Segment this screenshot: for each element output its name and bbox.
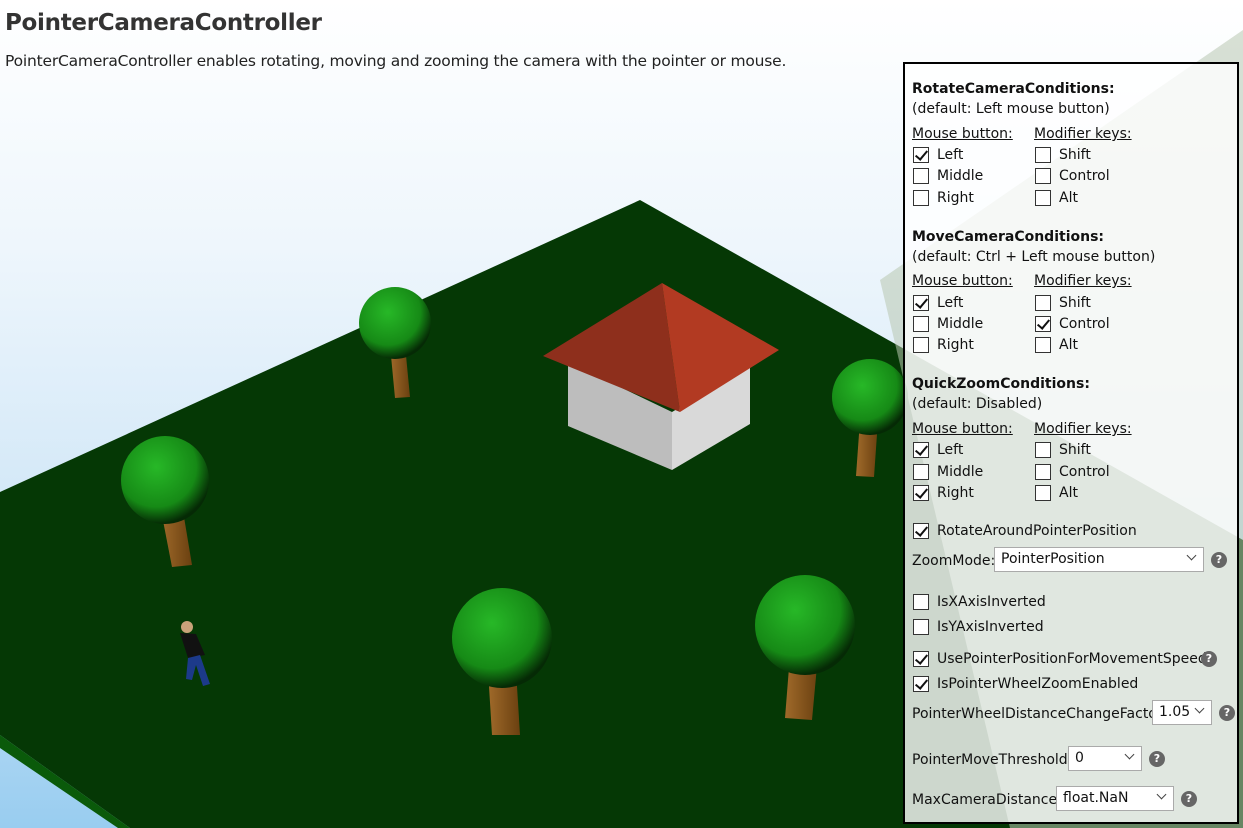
quickzoom-left-label: Left bbox=[937, 442, 964, 458]
zoom-mode-label: ZoomMode: bbox=[912, 553, 996, 569]
quickzoom-conditions-default: (default: Disabled) bbox=[912, 396, 1043, 412]
quickzoom-conditions-title: QuickZoomConditions: bbox=[912, 376, 1090, 392]
rotate-conditions-title: RotateCameraConditions: bbox=[912, 81, 1115, 97]
quickzoom-modifier-keys-header: Modifier keys: bbox=[1034, 421, 1132, 437]
rotate-middle-label: Middle bbox=[937, 168, 984, 184]
move-right-checkbox[interactable] bbox=[913, 337, 929, 353]
page-title: PointerCameraController bbox=[5, 10, 322, 36]
chevron-down-icon bbox=[1156, 789, 1167, 800]
rotate-middle-checkbox[interactable] bbox=[913, 168, 929, 184]
quickzoom-right-label: Right bbox=[937, 485, 974, 501]
move-right-label: Right bbox=[937, 337, 974, 353]
settings-panel: RotateCameraConditions: (default: Left m… bbox=[903, 62, 1239, 824]
rotate-right-checkbox[interactable] bbox=[913, 190, 929, 206]
chevron-down-icon bbox=[1194, 703, 1205, 714]
wheel-factor-select[interactable]: 1.05 bbox=[1152, 700, 1212, 725]
wheel-zoom-checkbox[interactable] bbox=[913, 676, 929, 692]
move-shift-checkbox[interactable] bbox=[1035, 295, 1051, 311]
max-distance-value: float.NaN bbox=[1063, 790, 1129, 806]
rotate-right-label: Right bbox=[937, 190, 974, 206]
move-conditions-default: (default: Ctrl + Left mouse button) bbox=[912, 249, 1156, 265]
y-axis-inverted-label: IsYAxisInverted bbox=[937, 619, 1044, 635]
rotate-control-label: Control bbox=[1059, 168, 1110, 184]
move-control-label: Control bbox=[1059, 316, 1110, 332]
rotate-mouse-button-header: Mouse button: bbox=[912, 126, 1013, 142]
rotate-shift-label: Shift bbox=[1059, 147, 1091, 163]
move-left-checkbox[interactable] bbox=[913, 295, 929, 311]
move-modifier-keys-header: Modifier keys: bbox=[1034, 273, 1132, 289]
move-middle-label: Middle bbox=[937, 316, 984, 332]
move-threshold-select[interactable]: 0 bbox=[1068, 746, 1142, 771]
move-control-checkbox[interactable] bbox=[1035, 316, 1051, 332]
rotate-alt-checkbox[interactable] bbox=[1035, 190, 1051, 206]
zoom-mode-value: PointerPosition bbox=[1001, 551, 1105, 567]
move-threshold-help-icon[interactable]: ? bbox=[1149, 751, 1165, 767]
move-shift-label: Shift bbox=[1059, 295, 1091, 311]
quickzoom-mouse-button-header: Mouse button: bbox=[912, 421, 1013, 437]
pointer-speed-help-icon[interactable]: ? bbox=[1201, 651, 1217, 667]
quickzoom-middle-label: Middle bbox=[937, 464, 984, 480]
zoom-mode-select[interactable]: PointerPosition bbox=[994, 547, 1204, 572]
quickzoom-right-checkbox[interactable] bbox=[913, 485, 929, 501]
pointer-speed-label: UsePointerPositionForMovementSpeed bbox=[937, 651, 1207, 667]
wheel-factor-help-icon[interactable]: ? bbox=[1219, 705, 1235, 721]
move-left-label: Left bbox=[937, 295, 964, 311]
quickzoom-shift-label: Shift bbox=[1059, 442, 1091, 458]
move-middle-checkbox[interactable] bbox=[913, 316, 929, 332]
rotate-control-checkbox[interactable] bbox=[1035, 168, 1051, 184]
x-axis-inverted-label: IsXAxisInverted bbox=[937, 594, 1046, 610]
quickzoom-control-label: Control bbox=[1059, 464, 1110, 480]
rotate-alt-label: Alt bbox=[1059, 190, 1078, 206]
wheel-factor-label: PointerWheelDistanceChangeFactor: bbox=[912, 706, 1168, 722]
rotate-around-pointer-label: RotateAroundPointerPosition bbox=[937, 523, 1137, 539]
chevron-down-icon bbox=[1186, 550, 1197, 561]
quickzoom-shift-checkbox[interactable] bbox=[1035, 442, 1051, 458]
wheel-factor-value: 1.05 bbox=[1159, 704, 1191, 720]
rotate-left-checkbox[interactable] bbox=[913, 147, 929, 163]
move-threshold-label: PointerMoveThreshold: bbox=[912, 752, 1073, 768]
quickzoom-middle-checkbox[interactable] bbox=[913, 464, 929, 480]
max-distance-select[interactable]: float.NaN bbox=[1056, 786, 1174, 811]
x-axis-inverted-checkbox[interactable] bbox=[913, 594, 929, 610]
page-subtitle: PointerCameraController enables rotating… bbox=[5, 52, 787, 70]
move-threshold-value: 0 bbox=[1075, 750, 1084, 766]
quickzoom-left-checkbox[interactable] bbox=[913, 442, 929, 458]
rotate-modifier-keys-header: Modifier keys: bbox=[1034, 126, 1132, 142]
chevron-down-icon bbox=[1124, 749, 1135, 760]
rotate-left-label: Left bbox=[937, 147, 964, 163]
move-mouse-button-header: Mouse button: bbox=[912, 273, 1013, 289]
max-distance-label: MaxCameraDistance: bbox=[912, 792, 1062, 808]
zoom-mode-help-icon[interactable]: ? bbox=[1211, 552, 1227, 568]
quickzoom-alt-label: Alt bbox=[1059, 485, 1078, 501]
quickzoom-alt-checkbox[interactable] bbox=[1035, 485, 1051, 501]
max-distance-help-icon[interactable]: ? bbox=[1181, 791, 1197, 807]
rotate-conditions-default: (default: Left mouse button) bbox=[912, 101, 1110, 117]
pointer-speed-checkbox[interactable] bbox=[913, 651, 929, 667]
move-alt-label: Alt bbox=[1059, 337, 1078, 353]
move-alt-checkbox[interactable] bbox=[1035, 337, 1051, 353]
rotate-shift-checkbox[interactable] bbox=[1035, 147, 1051, 163]
rotate-around-pointer-checkbox[interactable] bbox=[913, 523, 929, 539]
wheel-zoom-label: IsPointerWheelZoomEnabled bbox=[937, 676, 1139, 692]
move-conditions-title: MoveCameraConditions: bbox=[912, 229, 1105, 245]
quickzoom-control-checkbox[interactable] bbox=[1035, 464, 1051, 480]
y-axis-inverted-checkbox[interactable] bbox=[913, 619, 929, 635]
